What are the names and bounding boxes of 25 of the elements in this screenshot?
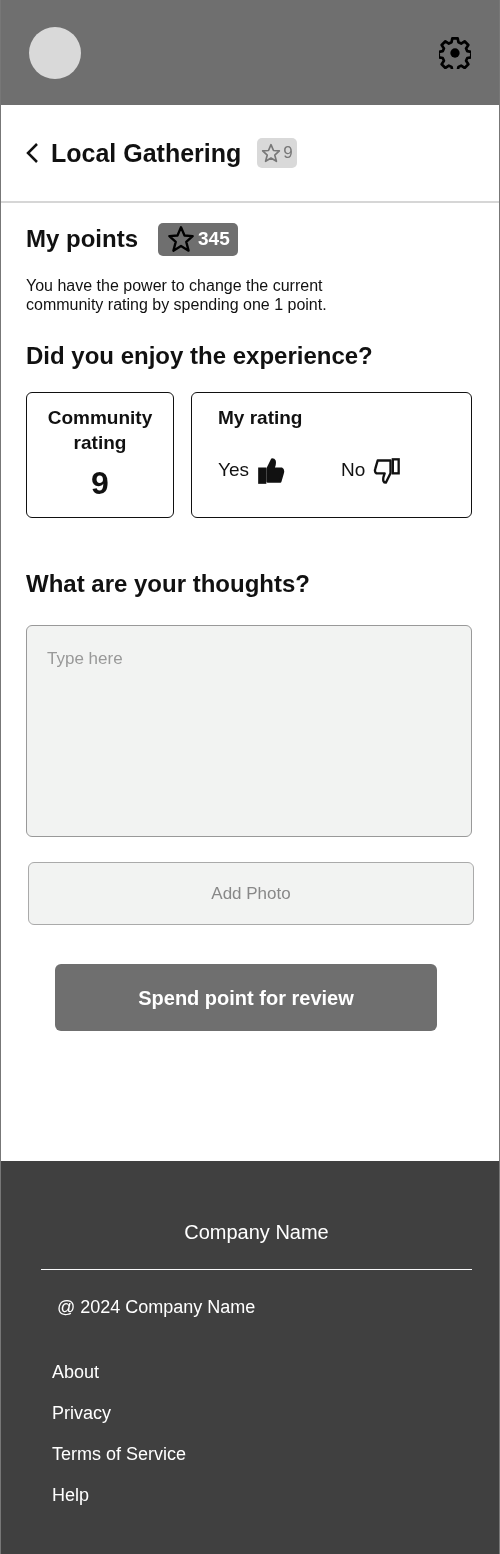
star-icon [261, 143, 282, 163]
rating-option[interactable]: Yes [218, 456, 285, 485]
settings-icon[interactable] [439, 36, 471, 69]
footer-link[interactable]: Privacy [52, 1400, 111, 1427]
comment-field[interactable]: Type here [26, 625, 472, 838]
rating-count: 9 [283, 142, 293, 165]
footer-link[interactable]: Terms of Service [52, 1441, 187, 1468]
rating-option[interactable]: No [341, 456, 402, 485]
section-heading: My points [26, 224, 138, 254]
footer-brand: Company Name [183, 1220, 330, 1245]
info-text: You have the power to change the current community rating by spending one 1 point. [26, 275, 328, 314]
card-label: My rating [218, 406, 304, 431]
footer-link[interactable]: Help [52, 1482, 90, 1509]
submit-button[interactable]: Spend point for review [55, 964, 437, 1032]
points-count: 345 [198, 227, 230, 251]
avatar[interactable] [29, 26, 81, 79]
section-heading: Did you enjoy the experience? [26, 341, 374, 371]
copyright-text: @ 2024 Company Name [57, 1296, 257, 1319]
page-title: Local Gathering [51, 138, 242, 168]
star-icon [166, 225, 196, 254]
footer-link[interactable]: About [52, 1359, 100, 1386]
back-icon[interactable] [25, 141, 41, 165]
card-label: Community rating [46, 406, 154, 456]
section-heading: What are your thoughts? [26, 570, 311, 600]
rating-value: 9 [90, 464, 110, 504]
